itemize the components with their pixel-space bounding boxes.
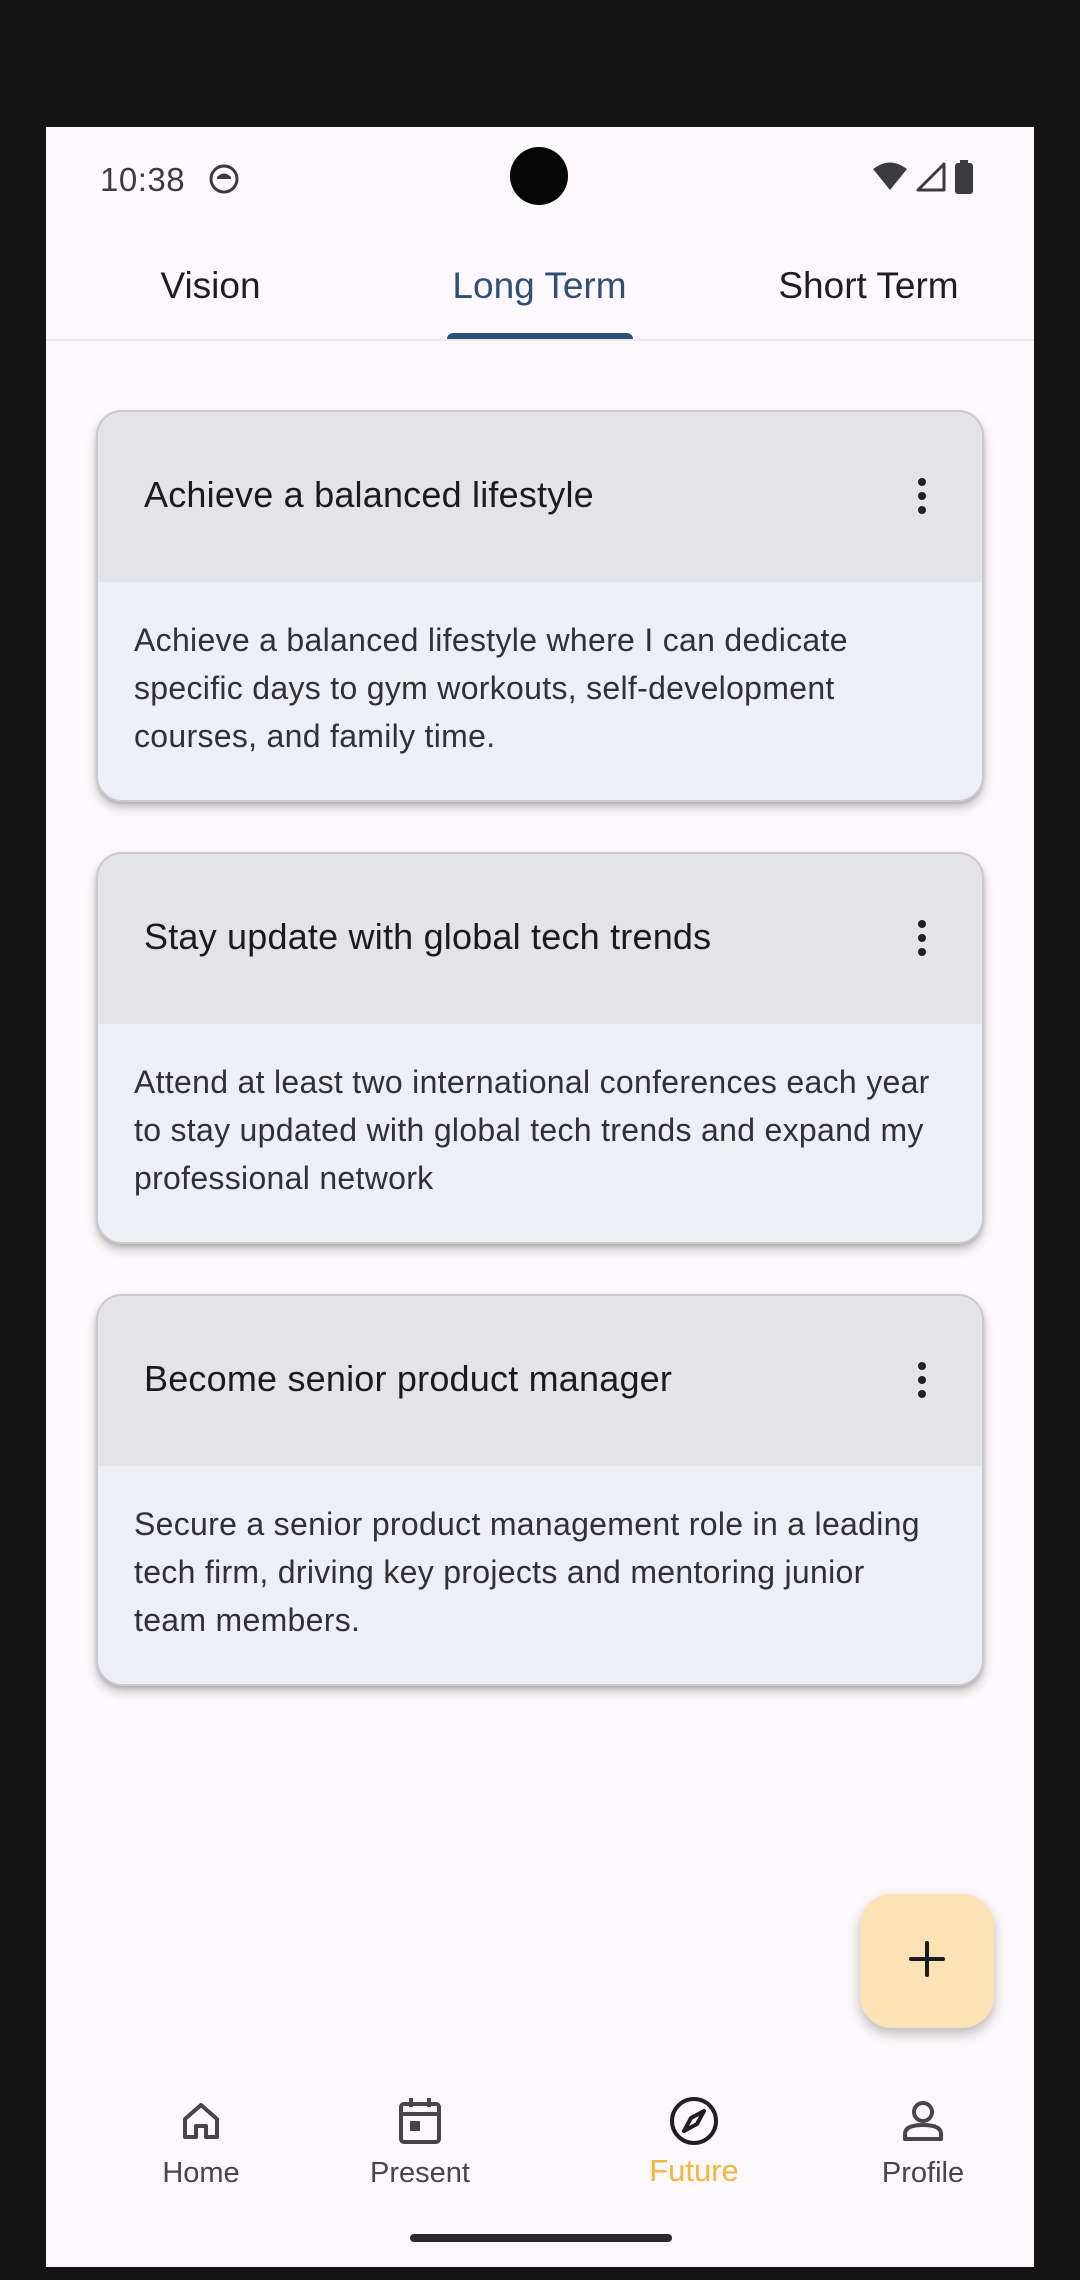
wifi-icon [872,162,908,197]
app-notification-icon [208,163,240,195]
nav-home[interactable]: Home [101,2063,301,2213]
more-options-icon[interactable] [912,1354,932,1406]
more-options-icon[interactable] [912,470,932,522]
active-tab-indicator [447,333,633,339]
goal-card-header: Achieve a balanced lifestyle [98,412,982,582]
nav-profile[interactable]: Profile [823,2063,1023,2213]
goal-card[interactable]: Achieve a balanced lifestyle Achieve a b… [96,410,984,802]
goal-description: Secure a senior product management role … [134,1506,920,1638]
nav-present[interactable]: Present [320,2063,520,2213]
goal-card[interactable]: Become senior product manager Secure a s… [96,1294,984,1686]
tab-vision[interactable]: Vision [46,231,375,341]
plus-icon [907,1939,947,1984]
signal-icon [916,162,946,197]
goal-card-header: Stay update with global tech trends [98,854,982,1024]
home-gesture-bar[interactable] [410,2234,672,2242]
nav-label: Future [649,2153,739,2188]
goal-description: Attend at least two international confer… [134,1064,930,1196]
goal-title: Stay update with global tech trends [144,916,712,957]
goal-card[interactable]: Stay update with global tech trends Atte… [96,852,984,1244]
nav-label: Home [162,2157,240,2189]
tab-bar: Vision Long Term Short Term [46,231,1034,341]
goal-title: Become senior product manager [144,1358,673,1399]
camera-cutout [510,147,568,205]
tab-long-term[interactable]: Long Term [375,231,704,341]
goal-description: Achieve a balanced lifestyle where I can… [134,622,848,754]
calendar-icon [392,2093,448,2149]
status-bar: 10:38 [46,127,1034,231]
goal-title: Achieve a balanced lifestyle [144,474,594,515]
nav-future[interactable]: Future [594,2063,794,2213]
nav-label: Profile [881,2157,965,2189]
add-goal-button[interactable] [860,1894,994,2028]
app-screen: 10:38 Vision Long Term Short Term Achiev… [46,127,1034,2267]
goal-card-header: Become senior product manager [98,1296,982,1466]
compass-icon [666,2093,722,2149]
battery-icon [954,159,974,199]
person-icon [895,2093,951,2149]
home-icon [173,2093,229,2149]
nav-label: Present [370,2157,470,2189]
more-options-icon[interactable] [912,912,932,964]
status-icons [872,159,974,199]
status-time: 10:38 [100,161,186,198]
tab-short-term[interactable]: Short Term [704,231,1033,341]
